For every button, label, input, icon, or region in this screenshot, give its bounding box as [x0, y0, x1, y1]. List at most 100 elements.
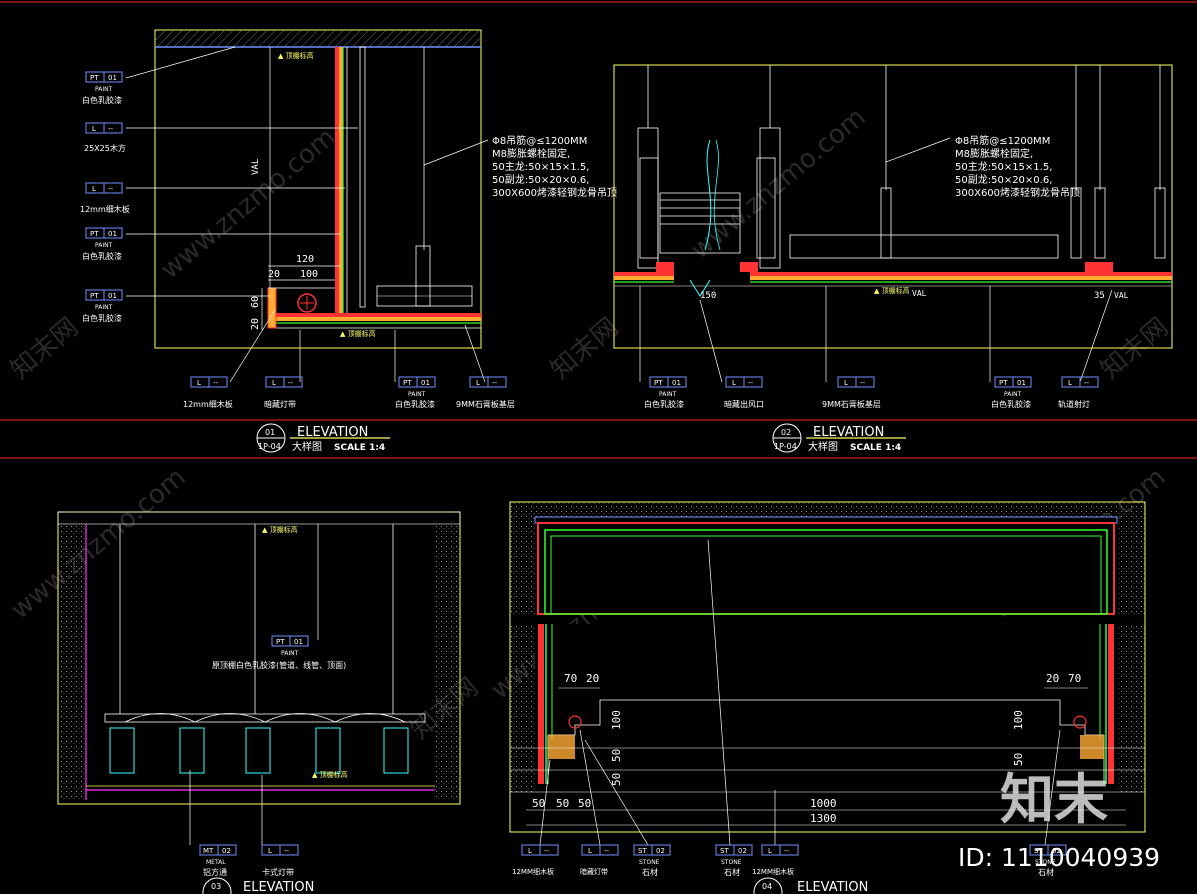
- material-label: 轨道射灯: [1058, 399, 1090, 409]
- material-label: 9MM石膏板基层: [822, 399, 881, 409]
- dim-text: 150: [700, 291, 716, 301]
- level-mark: ▲ 顶棚标高: [340, 329, 376, 338]
- svg-text:--: --: [604, 847, 610, 855]
- svg-text:M8膨胀螺栓固定,: M8膨胀螺栓固定,: [492, 147, 570, 160]
- svg-text:PAINT: PAINT: [281, 650, 299, 657]
- svg-text:PAINT: PAINT: [659, 391, 677, 398]
- dim-text: 50: [1012, 753, 1025, 766]
- svg-text:02: 02: [781, 428, 791, 437]
- tag-code: L: [92, 125, 96, 133]
- material-label: 白色乳胶漆: [82, 313, 122, 323]
- dim-text: 1000: [810, 797, 837, 810]
- material-label: 白色乳胶漆: [82, 251, 122, 261]
- detail-02: 150 35 VAL VAL ▲ 顶棚标高 Φ8吊筋@≤1200MM M8膨胀螺…: [613, 64, 1173, 383]
- tag-num: 01: [108, 292, 117, 300]
- material-label: 白色乳胶漆: [82, 95, 122, 105]
- svg-text:L: L: [768, 847, 772, 855]
- svg-text:L: L: [588, 847, 592, 855]
- d2-bottom-tags: PT 01 PAINT 白色乳胶漆 L -- 暗藏出风口 L -- 9MM石膏板…: [644, 376, 1099, 409]
- dim-text: 20: [586, 672, 599, 685]
- val-label: VAL: [251, 159, 261, 175]
- d1-left-tags: PT 01 PAINT 白色乳胶漆 L -- 25X25木方 L -- 12mm…: [80, 71, 130, 323]
- dim-text: 50: [578, 797, 591, 810]
- dim-text: 20: [1046, 672, 1059, 685]
- material-label: 12mm细木板: [183, 399, 233, 409]
- dim-text: 50: [532, 797, 545, 810]
- svg-text:PT: PT: [999, 379, 1008, 387]
- svg-text:300X600烤漆轻钢龙骨吊顶: 300X600烤漆轻钢龙骨吊顶: [492, 186, 617, 199]
- svg-text:50副龙:50×20×0.6,: 50副龙:50×20×0.6,: [492, 173, 589, 186]
- val-label: VAL: [1114, 291, 1129, 300]
- level-mark: ▲ 顶棚标高: [278, 51, 314, 60]
- svg-text:PAINT: PAINT: [408, 391, 426, 398]
- svg-text:04: 04: [762, 882, 772, 891]
- title-heading: ELEVATION: [297, 425, 368, 440]
- svg-text:02: 02: [656, 847, 665, 855]
- material-label: 白色乳胶漆: [644, 399, 684, 409]
- svg-text:1P-04: 1P-04: [774, 442, 797, 451]
- svg-text:PT: PT: [654, 379, 663, 387]
- svg-text:02: 02: [738, 847, 747, 855]
- svg-text:01: 01: [294, 638, 303, 646]
- hanger-note: Φ8吊筋@≤1200MM M8膨胀螺栓固定, 50主龙:50×15×1.5, 5…: [955, 134, 1080, 199]
- material-label: 9MM石膏板基层: [456, 399, 515, 409]
- svg-text:L: L: [476, 379, 480, 387]
- title-heading: ELEVATION: [243, 880, 314, 894]
- svg-text:50主龙:50×15×1.5,: 50主龙:50×15×1.5,: [492, 160, 589, 173]
- svg-text:PT: PT: [403, 379, 412, 387]
- svg-text:L: L: [197, 379, 201, 387]
- watermark-cn: 知末网: [545, 312, 624, 385]
- dim-text: 50: [556, 797, 569, 810]
- material-label: 暗藏出风口: [724, 399, 764, 409]
- dim-text: 20: [268, 269, 280, 280]
- material-label: 卡式灯带: [262, 867, 294, 877]
- dim-text: 60: [250, 296, 261, 308]
- svg-text:50主龙:50×15×1.5,: 50主龙:50×15×1.5,: [955, 160, 1052, 173]
- dim-text: 50: [610, 773, 623, 786]
- svg-text:STONE: STONE: [721, 859, 742, 866]
- svg-text:SCALE 1:4: SCALE 1:4: [334, 443, 385, 453]
- tag-code: L: [92, 185, 96, 193]
- svg-text:PAINT: PAINT: [1004, 391, 1022, 398]
- d2-title-block: 02 1P-04 ELEVATION 大样图 SCALE 1:4: [772, 423, 906, 453]
- dim-text: 35: [1094, 291, 1105, 301]
- dim-text: 100: [610, 710, 623, 730]
- svg-text:大样图: 大样图: [808, 440, 838, 453]
- d4-title-block: 04 ELEVATION: [753, 877, 868, 894]
- svg-text:01: 01: [265, 428, 275, 437]
- svg-text:L: L: [268, 847, 272, 855]
- svg-text:L: L: [844, 379, 848, 387]
- level-mark: ▲ 顶棚标高: [262, 525, 298, 534]
- svg-text:--: --: [284, 847, 290, 855]
- material-label: 暗藏灯带: [580, 867, 608, 876]
- dim-text: 120: [296, 254, 314, 265]
- dim-text: 50: [610, 749, 623, 762]
- material-label: 石材: [642, 867, 658, 877]
- tag-code: PT: [90, 74, 99, 82]
- d1-title-block: 01 1P-04 ELEVATION 大样图 SCALE 1:4: [256, 423, 390, 453]
- material-label: 白色乳胶漆: [991, 399, 1031, 409]
- material-label: 12MM细木板: [752, 867, 794, 876]
- svg-text:--: --: [213, 379, 219, 387]
- level-mark: ▲ 顶棚标高: [874, 286, 910, 295]
- material-label: 12MM细木板: [512, 867, 554, 876]
- svg-text:--: --: [288, 379, 294, 387]
- watermark-text: www.znzmo.com: [5, 462, 191, 625]
- dim-text: 70: [1068, 672, 1081, 685]
- watermark-cn: 知末网: [5, 312, 84, 385]
- tag-code: PT: [90, 230, 99, 238]
- image-id: ID: 1110040939: [958, 843, 1160, 872]
- svg-text:Φ8吊筋@≤1200MM: Φ8吊筋@≤1200MM: [492, 134, 587, 147]
- ceiling-note: 原顶棚白色乳胶漆(管道、线管、顶面): [212, 660, 346, 670]
- svg-text:--: --: [784, 847, 790, 855]
- svg-text:--: --: [544, 847, 550, 855]
- title-heading: ELEVATION: [797, 880, 868, 894]
- dim-text: 100: [300, 269, 318, 280]
- svg-text:L: L: [732, 379, 736, 387]
- svg-text:01: 01: [1017, 379, 1026, 387]
- tag-code: PT: [90, 292, 99, 300]
- tag-num: --: [108, 185, 114, 193]
- tag-num: --: [108, 125, 114, 133]
- cad-drawing-canvas: www.znzmo.com www.znzmo.com www.znzmo.co…: [0, 1, 1197, 894]
- svg-text:1P-04: 1P-04: [258, 442, 281, 451]
